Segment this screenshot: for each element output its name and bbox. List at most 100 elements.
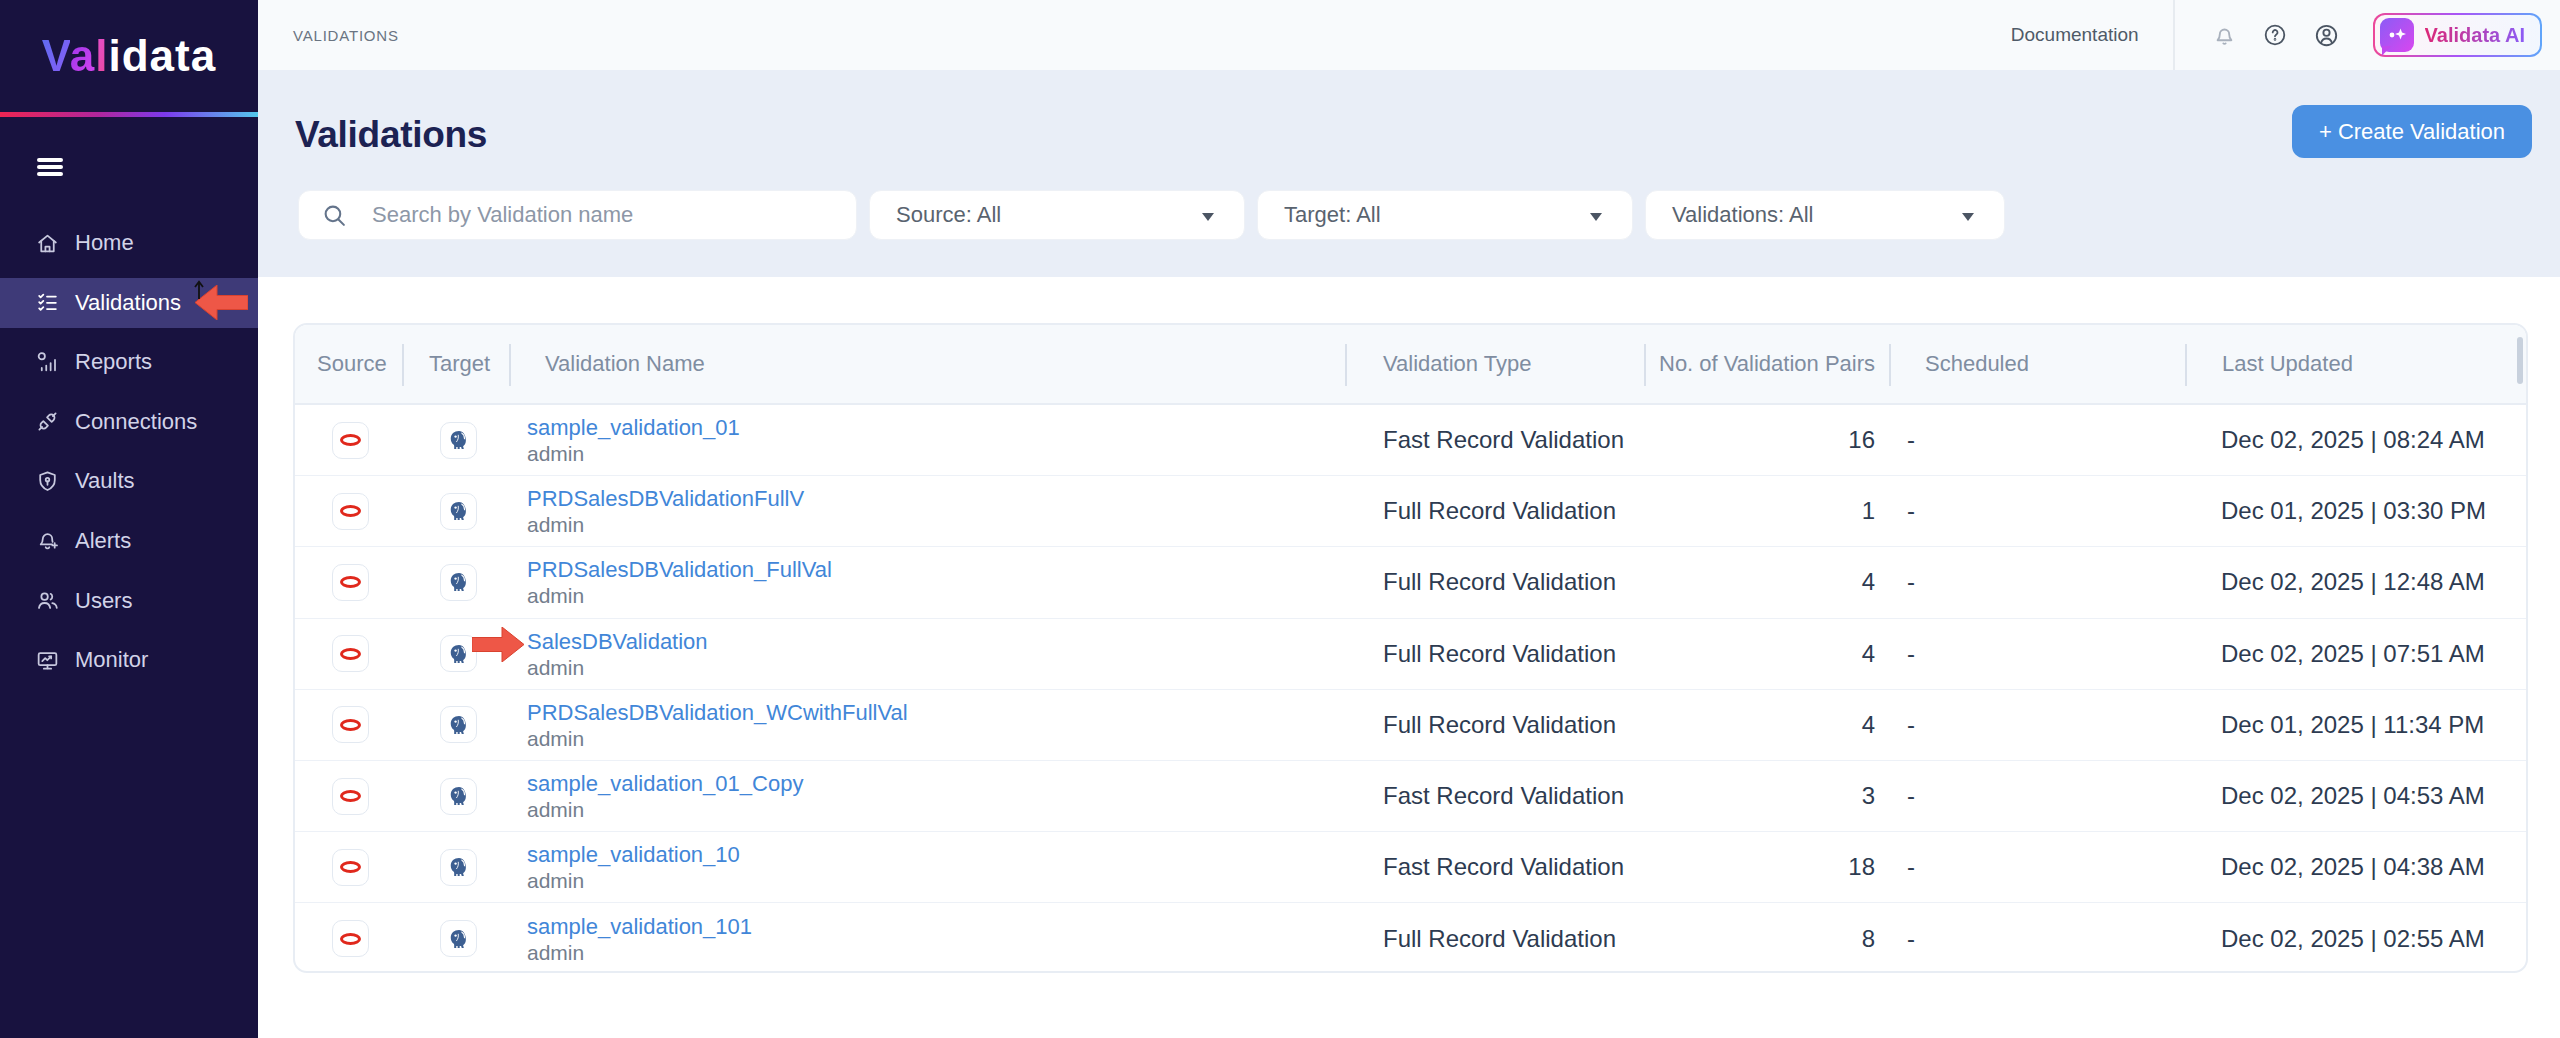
target-postgresql-icon xyxy=(440,778,477,815)
validation-type: Fast Record Validation xyxy=(1345,782,1624,810)
sidebar: Validata Home Validations Reports xyxy=(0,0,258,1038)
annotation-cursor-arrow xyxy=(193,279,205,300)
validation-last-updated: Dec 01, 2025 | 11:34 PM xyxy=(2185,711,2484,739)
validation-type: Full Record Validation xyxy=(1345,711,1616,739)
search-input[interactable] xyxy=(372,202,812,228)
topbar: VALIDATIONS Documentation Validata AI xyxy=(258,0,2560,70)
column-header-target: Target xyxy=(402,351,509,377)
chevron-down-icon xyxy=(1962,213,1974,221)
reports-icon xyxy=(35,350,60,375)
logo-text: idata xyxy=(108,31,216,80)
source-oracle-icon xyxy=(332,422,369,459)
validation-type: Full Record Validation xyxy=(1345,568,1616,596)
monitor-icon xyxy=(35,648,60,673)
validations-icon xyxy=(35,290,60,315)
validation-type: Full Record Validation xyxy=(1345,925,1616,953)
table-row: PRDSalesDBValidationFullVadmin Full Reco… xyxy=(295,476,2526,547)
validata-ai-icon xyxy=(2380,18,2414,52)
validation-name-link[interactable]: SalesDBValidation xyxy=(527,628,708,655)
target-postgresql-icon xyxy=(440,564,477,601)
logo: Validata xyxy=(0,0,258,112)
filter-section: Validations + Create Validation Source: … xyxy=(258,70,2560,277)
breadcrumb: VALIDATIONS xyxy=(293,27,399,44)
search-box xyxy=(298,190,857,240)
connections-icon xyxy=(35,409,60,434)
validation-pairs: 1 xyxy=(1862,497,1889,525)
logo-letter-a: a xyxy=(70,31,95,80)
validation-name-link[interactable]: PRDSalesDBValidation_WCwithFullVal xyxy=(527,699,908,726)
table-row: PRDSalesDBValidation_WCwithFullValadmin … xyxy=(295,690,2526,761)
column-header-pairs: No. of Validation Pairs xyxy=(1644,351,1889,377)
validation-scheduled: - xyxy=(1889,568,1915,596)
sidebar-item[interactable]: Home xyxy=(0,218,258,268)
validata-ai-button[interactable]: Validata AI xyxy=(2373,13,2542,57)
table-header: Source Target Validation Name Validation… xyxy=(295,325,2526,405)
validation-owner: admin xyxy=(527,726,908,751)
table-row: PRDSalesDBValidation_FullValadmin Full R… xyxy=(295,547,2526,618)
column-header-last-updated: Last Updated xyxy=(2185,351,2528,377)
sidebar-item[interactable]: Connections xyxy=(0,397,258,447)
chevron-down-icon xyxy=(1590,213,1602,221)
alerts-icon xyxy=(35,528,60,553)
validation-owner: admin xyxy=(527,868,740,893)
source-oracle-icon xyxy=(332,564,369,601)
main-content: Source Target Validation Name Validation… xyxy=(258,277,2560,1038)
validation-type: Full Record Validation xyxy=(1345,497,1616,525)
target-postgresql-icon xyxy=(440,849,477,886)
validation-last-updated: Dec 02, 2025 | 04:38 AM xyxy=(2185,853,2485,881)
validation-pairs: 16 xyxy=(1848,426,1889,454)
search-icon xyxy=(322,203,347,228)
validation-name-link[interactable]: sample_validation_01_Copy xyxy=(527,770,803,797)
users-icon xyxy=(35,588,60,613)
logo-letter-v: V xyxy=(42,31,70,80)
table-row: sample_validation_01_Copyadmin Fast Reco… xyxy=(295,761,2526,832)
source-oracle-icon xyxy=(332,706,369,743)
column-header-scheduled: Scheduled xyxy=(1889,351,2185,377)
target-postgresql-icon xyxy=(440,706,477,743)
validation-pairs: 4 xyxy=(1862,640,1889,668)
validation-scheduled: - xyxy=(1889,640,1915,668)
source-oracle-icon xyxy=(332,849,369,886)
chevron-down-icon xyxy=(1202,213,1214,221)
page-title: Validations xyxy=(295,114,487,156)
validations-filter-dropdown[interactable]: Validations: All xyxy=(1645,190,2005,240)
validation-last-updated: Dec 02, 2025 | 12:48 AM xyxy=(2185,568,2485,596)
target-filter-dropdown[interactable]: Target: All xyxy=(1257,190,1633,240)
table-row: SalesDBValidationadmin Full Record Valid… xyxy=(295,619,2526,690)
validation-type: Fast Record Validation xyxy=(1345,853,1624,881)
validation-scheduled: - xyxy=(1889,853,1915,881)
sidebar-item[interactable]: Monitor xyxy=(0,635,258,685)
notifications-bell-icon[interactable] xyxy=(2212,23,2237,48)
validation-owner: admin xyxy=(527,655,708,680)
table-row: sample_validation_101admin Full Record V… xyxy=(295,903,2526,973)
validation-name-link[interactable]: sample_validation_01 xyxy=(527,414,740,441)
validata-ai-label: Validata AI xyxy=(2425,24,2525,47)
documentation-link[interactable]: Documentation xyxy=(2011,24,2139,46)
validation-pairs: 4 xyxy=(1862,711,1889,739)
help-icon[interactable] xyxy=(2263,23,2287,47)
account-icon[interactable] xyxy=(2314,23,2339,48)
validation-name-link[interactable]: PRDSalesDBValidation_FullVal xyxy=(527,556,832,583)
table-body: sample_validation_01admin Fast Record Va… xyxy=(295,405,2526,973)
vaults-icon xyxy=(35,469,60,494)
sidebar-item[interactable]: Users xyxy=(0,576,258,626)
source-filter-dropdown[interactable]: Source: All xyxy=(869,190,1245,240)
sidebar-item[interactable]: Vaults xyxy=(0,456,258,506)
create-validation-button[interactable]: + Create Validation xyxy=(2292,105,2532,158)
topbar-divider xyxy=(2173,0,2175,70)
sidebar-item[interactable]: Alerts xyxy=(0,516,258,566)
scrollbar-thumb[interactable] xyxy=(2517,337,2523,384)
validation-name-link[interactable]: PRDSalesDBValidationFullV xyxy=(527,485,804,512)
sidebar-item[interactable]: Reports xyxy=(0,337,258,387)
validation-pairs: 18 xyxy=(1848,853,1889,881)
validation-last-updated: Dec 01, 2025 | 03:30 PM xyxy=(2185,497,2486,525)
validation-name-link[interactable]: sample_validation_10 xyxy=(527,841,740,868)
target-postgresql-icon xyxy=(440,422,477,459)
validation-owner: admin xyxy=(527,512,804,537)
validation-name-link[interactable]: sample_validation_101 xyxy=(527,913,752,940)
gradient-divider xyxy=(0,112,258,117)
validation-pairs: 3 xyxy=(1862,782,1889,810)
validation-last-updated: Dec 02, 2025 | 02:55 AM xyxy=(2185,925,2485,953)
table-row: sample_validation_10admin Fast Record Va… xyxy=(295,832,2526,903)
hamburger-menu-icon[interactable] xyxy=(37,158,63,179)
